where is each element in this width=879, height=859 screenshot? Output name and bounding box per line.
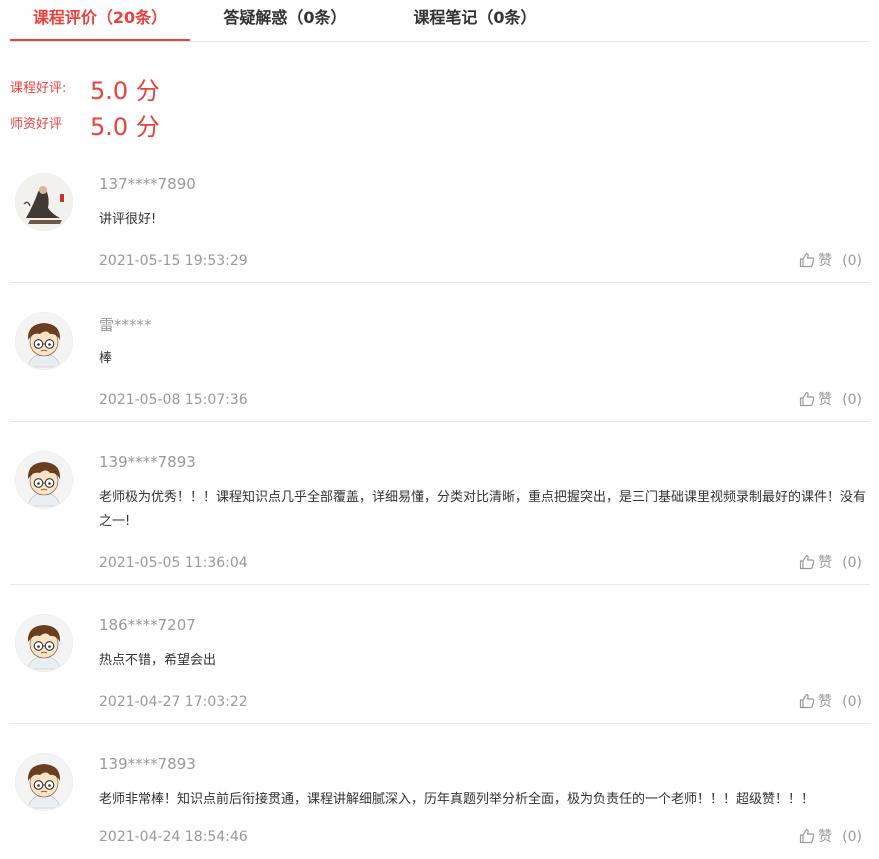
review-date: 2021-05-08 15:07:36 xyxy=(99,392,248,408)
review-username: 137****7890 xyxy=(99,175,196,193)
review-username: 雷***** xyxy=(99,316,152,334)
review-item: 139****7893 老师非常棒！知识点前后衔接贯通，课程讲解细腻深入，历年真… xyxy=(10,738,870,858)
review-item: 雷***** 棒 2021-05-08 15:07:36 赞 (0) xyxy=(10,297,870,422)
avatar xyxy=(15,614,73,672)
like-count: (0) xyxy=(842,555,862,571)
avatar xyxy=(15,312,73,370)
thumbs-up-icon xyxy=(800,693,815,709)
like-label: 赞 xyxy=(818,694,833,710)
like-count: (0) xyxy=(842,829,862,845)
review-item: 139****7893 老师极为优秀！！！课程知识点几乎全部覆盖，详细易懂，分类… xyxy=(10,436,870,585)
avatar xyxy=(15,451,73,509)
like-label: 赞 xyxy=(818,555,833,571)
thumbs-up-icon xyxy=(800,391,815,407)
cartoon-boy-avatar-icon xyxy=(16,754,72,810)
review-content: 讲评很好! xyxy=(99,212,157,227)
review-date: 2021-04-27 17:03:22 xyxy=(99,694,248,710)
thumbs-up-icon xyxy=(800,554,815,570)
cartoon-boy-avatar-icon xyxy=(16,452,72,508)
like-label: 赞 xyxy=(818,392,833,408)
like-button[interactable]: 赞 (0) xyxy=(799,691,862,711)
tab-qa[interactable]: 答疑解惑（0条） xyxy=(205,0,365,39)
avatar xyxy=(15,753,73,811)
like-count: (0) xyxy=(842,694,862,710)
review-username: 139****7893 xyxy=(99,453,196,471)
like-label: 赞 xyxy=(818,829,833,845)
tab-course-reviews[interactable]: 课程评价（20条） xyxy=(10,0,190,41)
course-rating-value: 5.0 分 xyxy=(90,77,160,105)
teacher-rating-label: 师资好评 xyxy=(10,117,63,132)
avatar xyxy=(15,173,73,231)
cartoon-boy-avatar-icon xyxy=(16,615,72,671)
cartoon-boy-avatar-icon xyxy=(16,313,72,369)
like-button[interactable]: 赞 (0) xyxy=(799,826,862,846)
teacher-rating-value: 5.0 分 xyxy=(90,113,160,141)
like-button[interactable]: 赞 (0) xyxy=(799,389,862,409)
review-content: 棒 xyxy=(99,351,113,366)
course-rating-label: 课程好评: xyxy=(10,81,67,96)
thumbs-up-icon xyxy=(800,252,815,268)
like-button[interactable]: 赞 (0) xyxy=(799,250,862,270)
like-count: (0) xyxy=(842,253,862,269)
review-date: 2021-04-24 18:54:46 xyxy=(99,829,248,845)
thumbs-up-icon xyxy=(800,828,815,844)
tab-course-notes[interactable]: 课程笔记（0条） xyxy=(395,0,555,39)
review-date: 2021-05-15 19:53:29 xyxy=(99,253,248,269)
painting-avatar-icon xyxy=(16,174,72,230)
review-username: 139****7893 xyxy=(99,755,196,773)
review-content: 老师非常棒！知识点前后衔接贯通，课程讲解细腻深入，历年真题列举分析全面，极为负责… xyxy=(99,792,815,807)
tab-bar: 课程评价（20条） 答疑解惑（0条） 课程笔记（0条） xyxy=(10,0,870,42)
like-button[interactable]: 赞 (0) xyxy=(799,552,862,572)
like-count: (0) xyxy=(842,392,862,408)
review-item: 137****7890 讲评很好! 2021-05-15 19:53:29 赞 (… xyxy=(10,158,870,283)
review-content: 热点不错，希望会出 xyxy=(99,653,217,668)
review-item: 186****7207 热点不错，希望会出 2021-04-27 17:03:2… xyxy=(10,599,870,724)
review-username: 186****7207 xyxy=(99,616,196,634)
review-content: 老师极为优秀！！！课程知识点几乎全部覆盖，详细易懂，分类对比清晰，重点把握突出，… xyxy=(99,490,867,529)
review-date: 2021-05-05 11:36:04 xyxy=(99,555,248,571)
like-label: 赞 xyxy=(818,253,833,269)
